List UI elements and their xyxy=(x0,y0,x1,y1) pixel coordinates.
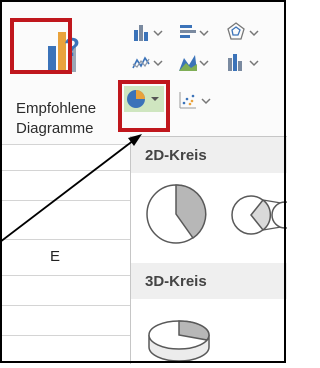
pie-3d-thumbnail[interactable] xyxy=(145,313,215,363)
column-chart-icon[interactable] xyxy=(132,22,172,42)
column-header-row xyxy=(2,239,130,275)
recommended-charts-button[interactable]: ? Empfohlene Diagramme xyxy=(8,20,126,138)
pie-chart-dropdown: 2D-Kreis 3D-Kreis xyxy=(130,136,299,364)
grid-line xyxy=(2,275,130,276)
scatter-chart-icon[interactable] xyxy=(178,90,218,110)
bar-chart-icon[interactable] xyxy=(178,22,218,42)
statistic-chart-icon[interactable] xyxy=(226,52,266,72)
pie-2d-thumbnail[interactable] xyxy=(145,181,211,247)
section-title-2d-pie: 2D-Kreis xyxy=(145,147,207,164)
radar-chart-icon[interactable] xyxy=(226,22,266,42)
line-chart-icon[interactable] xyxy=(132,52,172,72)
grid-line xyxy=(2,239,130,240)
pie-of-pie-thumbnail[interactable] xyxy=(231,187,299,243)
recommended-charts-label-line1: Empfohlene xyxy=(16,100,97,117)
grid-line xyxy=(2,200,130,201)
area-chart-icon[interactable] xyxy=(178,52,218,72)
recommended-charts-icon: ? xyxy=(48,32,80,72)
recommended-charts-label-line2: Diagramme xyxy=(16,120,94,137)
svg-text:?: ? xyxy=(64,32,80,62)
section-title-3d-pie: 3D-Kreis xyxy=(145,273,207,290)
grid-line xyxy=(2,335,130,336)
pie-chart-button[interactable] xyxy=(124,86,164,112)
grid-line xyxy=(2,170,130,171)
column-header-e[interactable]: E xyxy=(50,248,60,265)
grid-line xyxy=(2,305,130,306)
